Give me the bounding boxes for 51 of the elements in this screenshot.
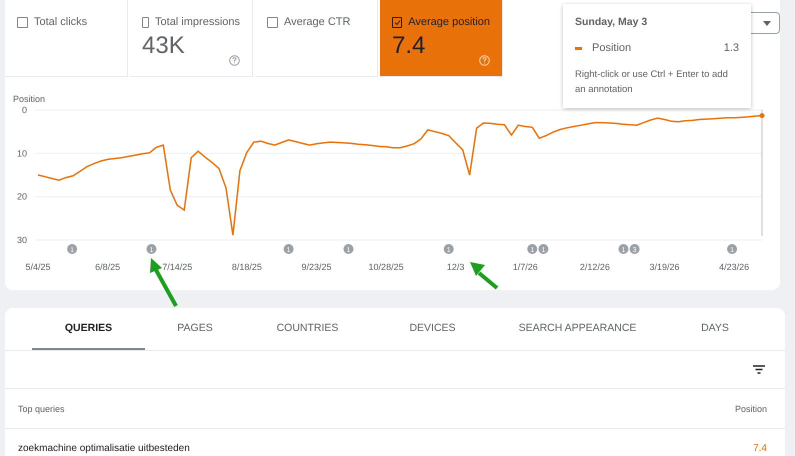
column-header[interactable]: Position xyxy=(734,404,767,414)
metric-card[interactable]: Average position 7.4 xyxy=(380,0,503,77)
table-cell: 7.4 xyxy=(753,443,767,454)
table-cell: zoekmachine optimalisatie uitbesteden xyxy=(18,443,190,454)
help-icon[interactable] xyxy=(479,55,490,66)
checkbox[interactable] xyxy=(392,16,402,28)
caret-icon xyxy=(763,20,771,26)
tab[interactable]: DAYS xyxy=(660,308,770,350)
tooltip-date: Sunday, May 3 xyxy=(575,16,648,28)
series-value: 1.3 xyxy=(724,42,739,54)
metric-value: 43K xyxy=(142,32,186,60)
metric-label: Average CTR xyxy=(284,16,350,28)
metric-label: Total impressions xyxy=(155,16,240,28)
axis-tick: 10 xyxy=(16,148,27,158)
axis-tick: 9/23/25 xyxy=(301,262,332,272)
axis-tick: 4/23/26 xyxy=(719,262,750,272)
column-header[interactable]: Top queries xyxy=(18,404,65,414)
tab[interactable]: QUERIES xyxy=(32,308,145,350)
axis-tick: 1/7/26 xyxy=(512,262,538,272)
tab[interactable]: PAGES xyxy=(145,308,245,350)
axis-tick: 6/8/25 xyxy=(95,262,120,272)
metric-card[interactable]: Total impressions 43K xyxy=(130,0,253,77)
axis-tick: 2/12/26 xyxy=(580,262,610,272)
axis-tick: 30 xyxy=(16,235,27,245)
metric-label: Average position xyxy=(408,16,490,28)
axis-tick: 0 xyxy=(22,105,27,115)
axis-tick: 20 xyxy=(16,192,27,202)
filter-icon[interactable] xyxy=(753,365,765,374)
hover-dot xyxy=(760,113,764,118)
metric-label: Total clicks xyxy=(34,16,88,28)
checkbox[interactable] xyxy=(142,16,150,28)
tooltip-hint: Right-click or use Ctrl + Enter to add an annotation xyxy=(575,68,729,97)
metric-card[interactable]: Total clicks xyxy=(5,0,128,77)
axis-tick: 3/19/26 xyxy=(650,262,680,272)
axis-tick: 10/28/25 xyxy=(368,262,404,272)
axis-tick: 5/4/25 xyxy=(25,262,51,272)
metric-value: 7.4 xyxy=(392,32,426,60)
axis-tick: 7/14/25 xyxy=(162,262,192,272)
tab[interactable]: COUNTRIES xyxy=(245,308,370,350)
legend-swatch xyxy=(575,46,582,50)
axis-tick: 8/18/25 xyxy=(232,262,262,272)
help-icon[interactable] xyxy=(229,55,240,66)
checkbox[interactable] xyxy=(267,16,278,28)
series-name: Position xyxy=(592,42,632,54)
checkbox[interactable] xyxy=(17,16,28,28)
axis-label: Position xyxy=(13,94,46,104)
tab[interactable]: DEVICES xyxy=(370,308,495,350)
metric-card[interactable]: Average CTR xyxy=(255,0,378,77)
pointer-arrow xyxy=(470,262,498,290)
tab[interactable]: SEARCH APPEARANCE xyxy=(495,308,660,350)
axis-tick: 12/3 xyxy=(446,262,464,272)
